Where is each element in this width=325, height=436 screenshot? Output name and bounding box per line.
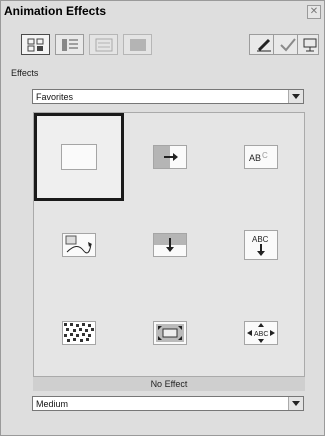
speed-value: Medium [36,399,69,409]
effect-order-button[interactable] [55,34,84,55]
text-fly-in-icon: AB C [244,145,278,169]
dissolve-icon [62,321,96,345]
effect-item-text-fly-in[interactable]: AB C [216,113,306,201]
animation-effects-panel: Animation Effects ✕ Effects Favorites AB… [0,0,325,436]
effects-gallery-button[interactable] [21,34,50,55]
effect-status: No Effect [33,377,305,391]
chevron-down-icon [292,94,300,99]
custom-animation-button[interactable] [89,34,118,55]
close-icon: ✕ [309,6,319,17]
effects-label: Effects [11,68,39,78]
wipe-down-icon [153,233,187,257]
custom-animation-icon [95,38,113,52]
title-bar: Animation Effects ✕ [1,1,324,21]
effect-item-dissolve[interactable] [34,289,124,377]
box-out-icon [153,321,187,345]
wipe-right-icon [153,145,187,169]
pencil-icon [257,38,271,52]
chevron-down-icon [292,401,300,406]
text-stretch-icon: ABC [244,321,278,345]
effect-item-wipe-right[interactable] [125,113,215,201]
preview-disabled-icon [130,39,146,51]
effects-category-value: Favorites [36,92,74,102]
svg-text:ABC: ABC [254,331,268,338]
close-button[interactable]: ✕ [307,5,321,19]
toolbar [21,34,319,58]
effects-gallery: AB C ABC ABC [33,112,305,377]
effect-item-no-effect[interactable] [34,113,124,201]
effect-item-wipe-down[interactable] [125,201,215,289]
dropdown-arrow[interactable] [288,397,303,410]
effects-gallery-icon [27,38,44,52]
svg-text:ABC: ABC [252,235,269,244]
slide-show-icon [303,38,317,52]
speed-select[interactable]: Medium [32,396,304,411]
effect-item-path-motion[interactable] [34,201,124,289]
preview-button[interactable] [123,34,152,55]
effect-item-box-out[interactable] [125,289,215,377]
path-motion-icon [62,233,96,257]
svg-text:C: C [262,151,268,160]
check-icon [280,38,296,52]
text-drop-icon: ABC [244,230,278,260]
effect-item-text-drop[interactable]: ABC [216,201,306,289]
slide-show-button[interactable] [297,34,319,55]
effects-category-select[interactable]: Favorites [32,89,304,104]
effect-order-icon [62,39,78,51]
svg-text:AB: AB [249,153,261,163]
window-title: Animation Effects [4,4,107,18]
no-effect-icon [61,144,97,170]
dropdown-arrow[interactable] [288,90,303,103]
effect-item-text-stretch[interactable]: ABC [216,289,306,377]
